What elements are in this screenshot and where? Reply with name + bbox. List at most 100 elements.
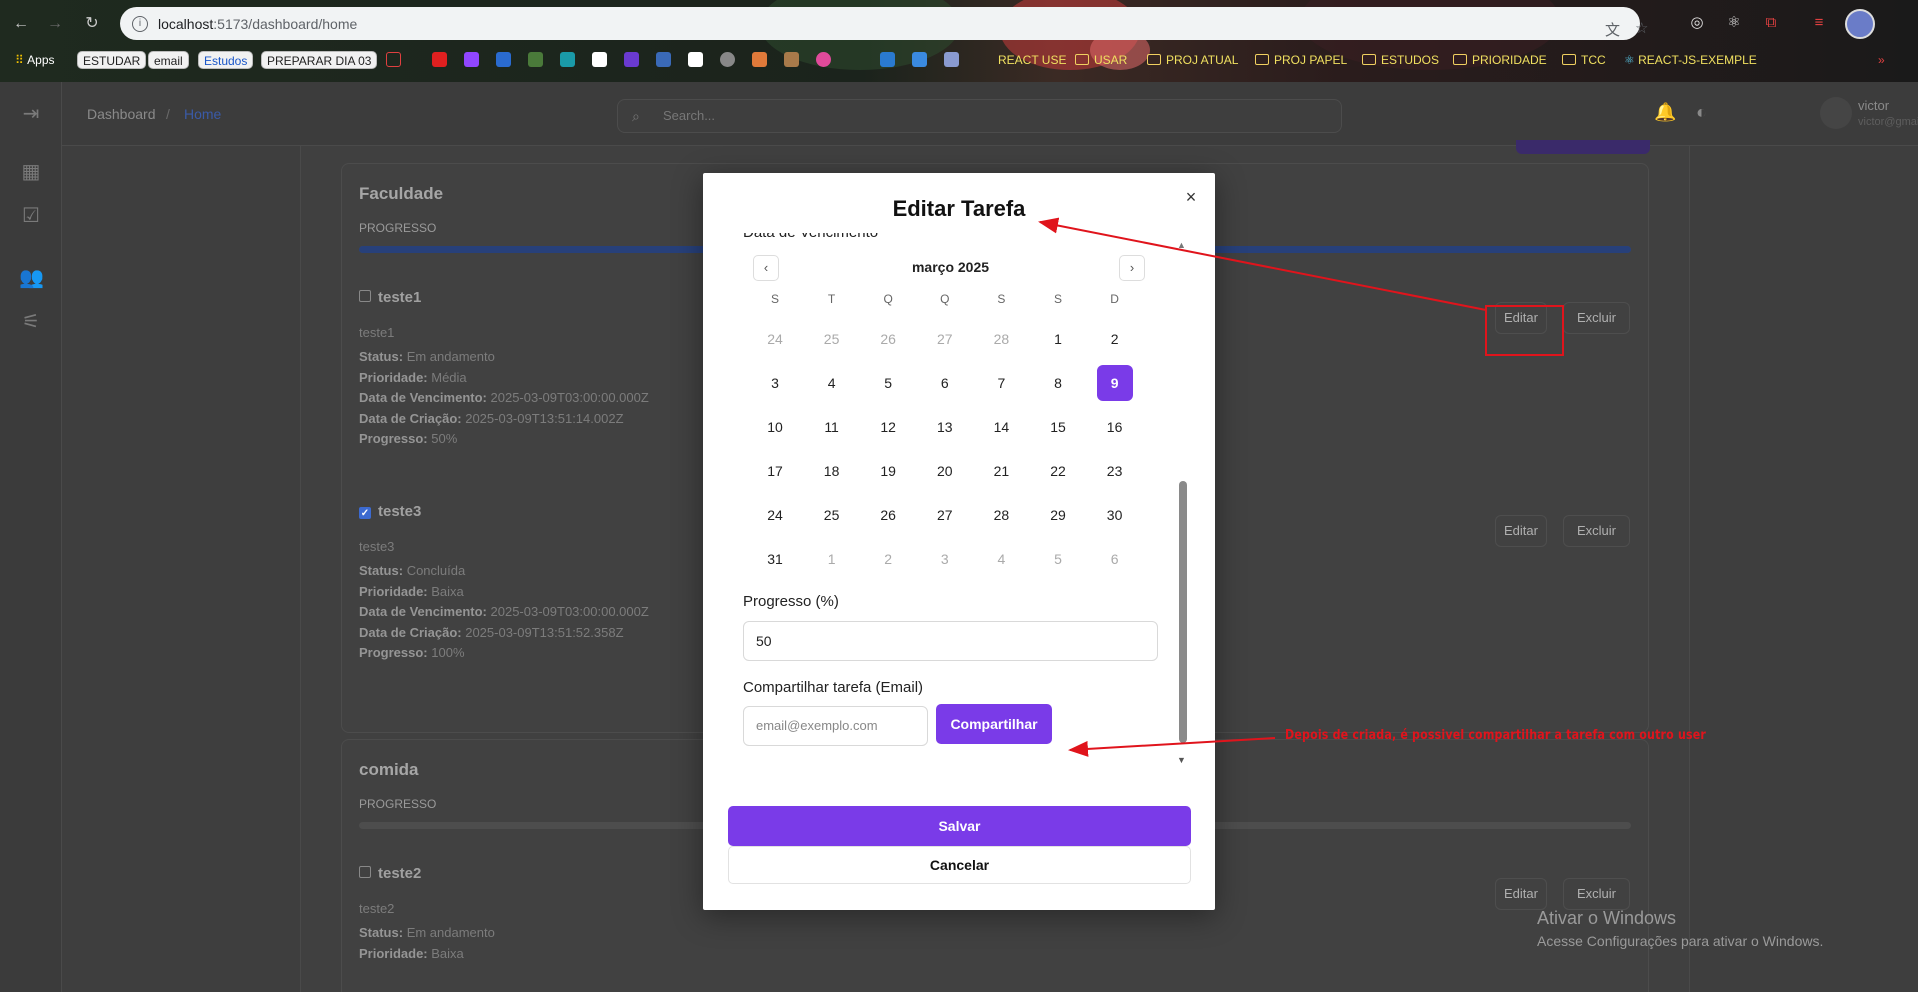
twitch-icon[interactable]: [464, 52, 479, 67]
bookmark-crest-icon[interactable]: [528, 52, 543, 67]
bookmark-folder-proj-atual[interactable]: PROJ ATUAL: [1147, 51, 1238, 69]
users-icon[interactable]: 👥: [19, 266, 44, 290]
scroll-down-icon[interactable]: ▼: [1177, 755, 1186, 765]
youtube-icon[interactable]: [432, 52, 447, 67]
translate-icon[interactable]: 文: [1605, 19, 1620, 40]
calendar-day[interactable]: 19: [870, 453, 906, 489]
calendar-day[interactable]: 30: [1097, 497, 1133, 533]
extension-target-icon[interactable]: ◎: [1688, 14, 1706, 32]
delete-task-button[interactable]: Excluir: [1563, 302, 1630, 334]
bookmark-spark-icon[interactable]: [752, 52, 767, 67]
edit-task-button[interactable]: Editar: [1495, 878, 1547, 910]
bookmark-react-use[interactable]: REACT USE: [998, 51, 1066, 69]
site-info-icon[interactable]: i: [132, 15, 148, 32]
calendar-day[interactable]: 27: [927, 497, 963, 533]
calendar-day[interactable]: 31: [757, 541, 793, 577]
bookmark-figma-icon[interactable]: [944, 52, 959, 67]
bookmark-folder-proj-papel[interactable]: PROJ PAPEL: [1255, 51, 1347, 69]
more-bookmarks-icon[interactable]: »: [1878, 51, 1885, 69]
create-button-edge[interactable]: [1516, 140, 1650, 154]
calendar-day[interactable]: 2: [1097, 321, 1133, 357]
calendar-day[interactable]: 4: [814, 365, 850, 401]
share-button[interactable]: Compartilhar: [936, 704, 1052, 744]
calendar-day[interactable]: 2: [870, 541, 906, 577]
dribbble-icon[interactable]: [816, 52, 831, 67]
calendar-day[interactable]: 6: [927, 365, 963, 401]
breadcrumb-dashboard[interactable]: Dashboard: [87, 106, 156, 122]
calendar-day[interactable]: 7: [983, 365, 1019, 401]
calendar-day[interactable]: 24: [757, 321, 793, 357]
avatar[interactable]: [1820, 97, 1852, 129]
bookmark-v-icon[interactable]: [880, 52, 895, 67]
progress-input[interactable]: 50: [743, 621, 1158, 661]
share-email-input[interactable]: email@exemplo.com: [743, 706, 928, 746]
cancel-button[interactable]: Cancelar: [728, 846, 1191, 884]
save-button[interactable]: Salvar: [728, 806, 1191, 846]
calendar-day[interactable]: 5: [1040, 541, 1076, 577]
calendar-day[interactable]: 3: [757, 365, 793, 401]
calendar-day[interactable]: 15: [1040, 409, 1076, 445]
breadcrumb-home[interactable]: Home: [184, 106, 221, 122]
task-checkbox-checked[interactable]: ✓: [359, 507, 371, 519]
bookmark-outlook-icon[interactable]: [912, 52, 927, 67]
calendar-day[interactable]: 8: [1040, 365, 1076, 401]
calendar-day[interactable]: 23: [1097, 453, 1133, 489]
bookmark-pen-icon[interactable]: [656, 52, 671, 67]
bookmark-d-icon[interactable]: [560, 52, 575, 67]
profile-avatar[interactable]: [1845, 9, 1875, 39]
collapse-sidebar-icon[interactable]: ⇥: [19, 102, 43, 126]
address-bar[interactable]: i localhost:5173/dashboard/home 文 ☆: [120, 7, 1648, 40]
extensions-puzzle-icon[interactable]: ⧉: [1762, 14, 1780, 32]
back-icon[interactable]: ←: [11, 14, 31, 34]
apps-bookmark[interactable]: ⠿ Apps: [15, 51, 55, 69]
calendar-day[interactable]: 17: [757, 453, 793, 489]
calendar-day[interactable]: 29: [1040, 497, 1076, 533]
scrollbar-thumb[interactable]: [1179, 481, 1187, 743]
bookmark-l-icon[interactable]: [496, 52, 511, 67]
edit-task-button[interactable]: Editar: [1495, 515, 1547, 547]
calendar-day[interactable]: 16: [1097, 409, 1133, 445]
calendar-day[interactable]: 21: [983, 453, 1019, 489]
calendar-day[interactable]: 5: [870, 365, 906, 401]
bell-icon[interactable]: 🔔: [1654, 102, 1676, 123]
forward-icon[interactable]: →: [45, 14, 65, 34]
calendar-day[interactable]: 4: [983, 541, 1019, 577]
calendar-day[interactable]: 14: [983, 409, 1019, 445]
theme-toggle-icon[interactable]: ◐: [1696, 102, 1707, 123]
bookmark-email[interactable]: email: [148, 51, 189, 69]
modal-scrollbar[interactable]: ▲ ▼: [1176, 240, 1188, 773]
calendar-day[interactable]: 10: [757, 409, 793, 445]
bookmark-folder-estudos[interactable]: ESTUDOS: [1362, 51, 1439, 69]
reading-list-icon[interactable]: ≡: [1810, 14, 1828, 32]
calendar-day[interactable]: 27: [927, 321, 963, 357]
task-checkbox[interactable]: [359, 290, 371, 302]
calendar-day[interactable]: 28: [983, 497, 1019, 533]
settings-sliders-icon[interactable]: ⚟: [19, 310, 43, 334]
calendar-day[interactable]: 22: [1040, 453, 1076, 489]
calendar-day[interactable]: 3: [927, 541, 963, 577]
calendar-day[interactable]: 24: [757, 497, 793, 533]
calendar-day[interactable]: 25: [814, 497, 850, 533]
calendar-day[interactable]: 13: [927, 409, 963, 445]
delete-task-button[interactable]: Excluir: [1563, 515, 1630, 547]
calendar-day-selected[interactable]: 9: [1096, 365, 1133, 401]
delete-task-button[interactable]: Excluir: [1563, 878, 1630, 910]
calendar-day[interactable]: 28: [983, 321, 1019, 357]
dashboard-icon[interactable]: ▦: [19, 160, 43, 184]
bookmark-star-icon[interactable]: ☆: [1635, 19, 1648, 37]
bookmark-estudos[interactable]: Estudos: [198, 51, 254, 69]
bookmark-circle-icon[interactable]: [720, 52, 735, 67]
scroll-up-icon[interactable]: ▲: [1177, 240, 1186, 250]
calendar-day[interactable]: 18: [814, 453, 850, 489]
calendar-day[interactable]: 1: [814, 541, 850, 577]
bookmark-bolt-icon[interactable]: [624, 52, 639, 67]
calendar-day[interactable]: 26: [870, 497, 906, 533]
search-input[interactable]: ⌕ Search...: [617, 99, 1342, 133]
close-icon[interactable]: ×: [1181, 187, 1201, 207]
bookmark-react-js-exemple[interactable]: ⚛ REACT-JS-EXEMPLE: [1624, 51, 1757, 69]
gmail-icon[interactable]: [592, 52, 607, 67]
calendar-day[interactable]: 12: [870, 409, 906, 445]
calendar-day[interactable]: 20: [927, 453, 963, 489]
calendar-day[interactable]: 1: [1040, 321, 1076, 357]
react-devtools-icon[interactable]: ⚛: [1725, 14, 1743, 32]
